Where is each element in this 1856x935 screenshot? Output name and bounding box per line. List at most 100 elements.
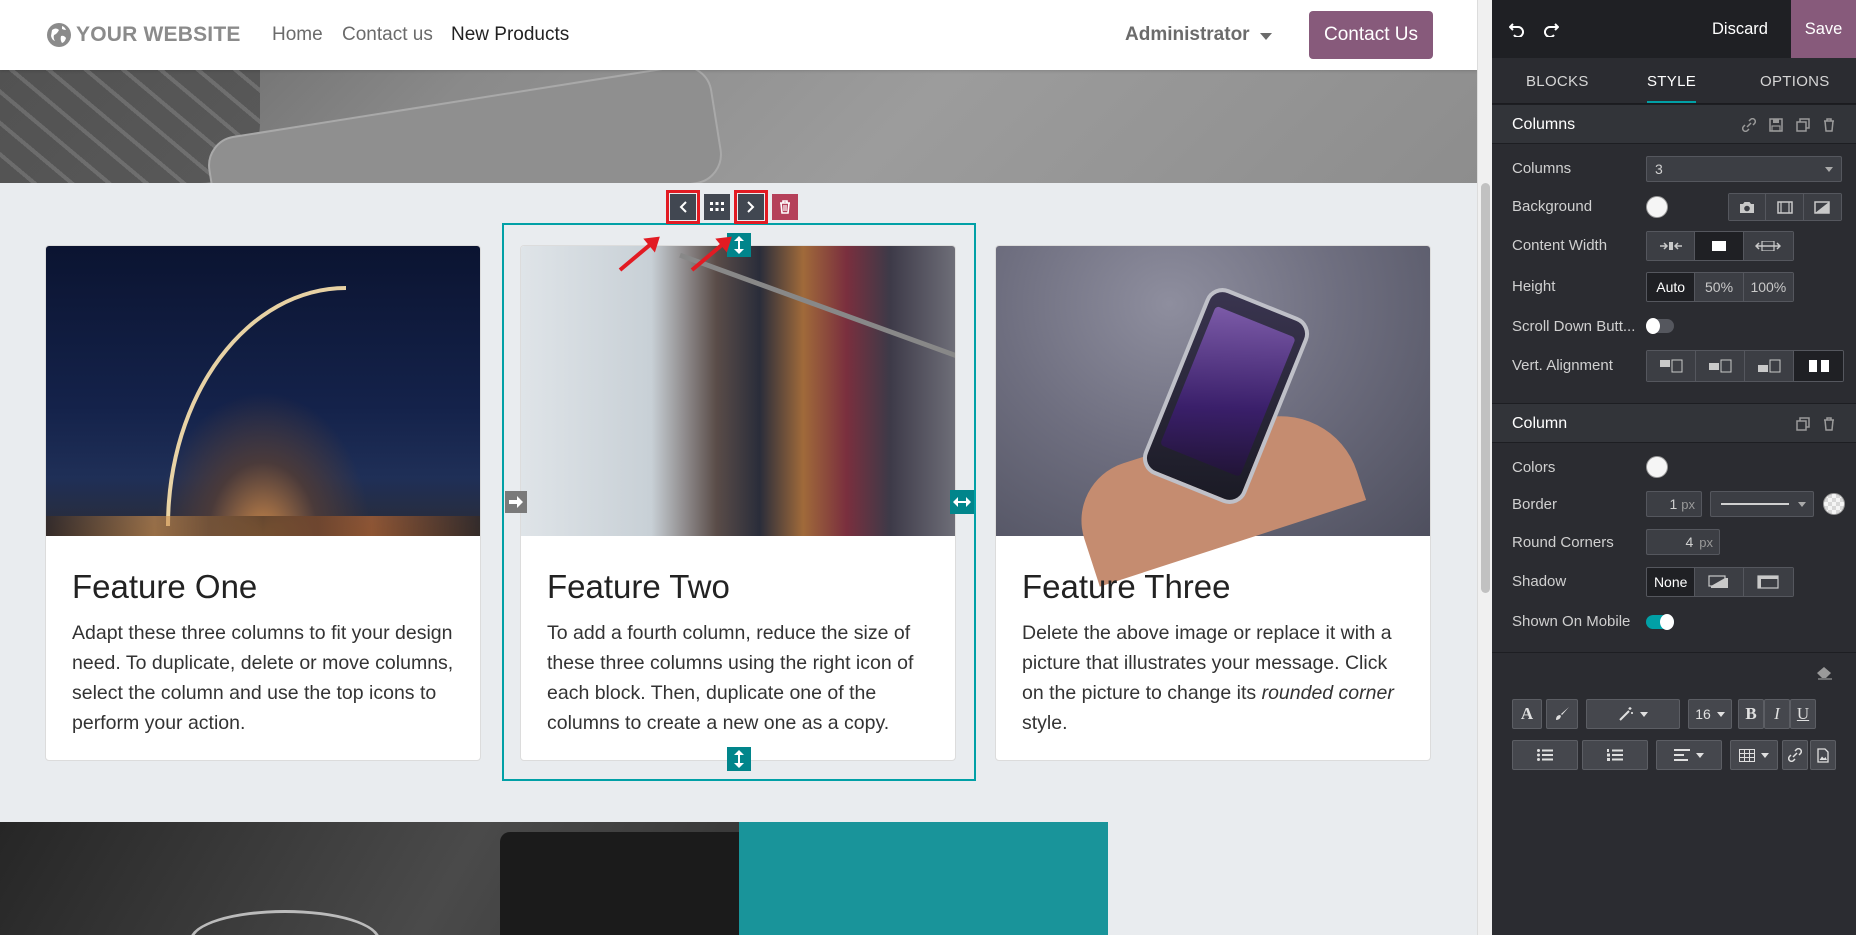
align-bottom-button[interactable] — [1745, 351, 1794, 381]
save-button[interactable]: Save — [1791, 0, 1856, 58]
feature-card-three[interactable]: Feature Three Delete the above image or … — [995, 245, 1431, 761]
clothing-rack-image[interactable] — [521, 246, 955, 536]
columns-select[interactable]: 3 — [1646, 156, 1842, 182]
align-middle-icon — [1709, 359, 1732, 373]
round-corners-label: Round Corners — [1512, 534, 1614, 551]
feature-card-one[interactable]: Feature One Adapt these three columns to… — [45, 245, 481, 761]
numbered-list-icon — [1607, 749, 1623, 761]
chevron-down-icon — [1696, 752, 1704, 758]
save-block-icon[interactable] — [1767, 116, 1785, 134]
nav-new-products[interactable]: New Products — [451, 24, 569, 46]
link-icon — [1788, 748, 1802, 762]
discard-button[interactable]: Discard — [1712, 0, 1768, 58]
columns-value: 3 — [1655, 161, 1663, 177]
scrollbar-thumb[interactable] — [1481, 183, 1490, 593]
background-video-button[interactable] — [1766, 194, 1804, 220]
section-title: Column — [1512, 415, 1568, 432]
link-button[interactable] — [1782, 740, 1808, 770]
round-corners-input[interactable]: 4 px — [1646, 529, 1720, 555]
font-size-dropdown[interactable]: 16 — [1688, 699, 1732, 729]
horizontal-resize-icon — [953, 497, 971, 507]
height-100-button[interactable]: 100% — [1743, 273, 1793, 301]
nav-home[interactable]: Home — [272, 24, 323, 46]
shadow-none-button[interactable]: None — [1647, 568, 1696, 596]
content-width-full-button[interactable] — [1743, 232, 1793, 260]
height-50-button[interactable]: 50% — [1695, 273, 1744, 301]
divider — [1492, 652, 1856, 653]
feature-title[interactable]: Feature Two — [547, 568, 730, 606]
highlight-color-button[interactable] — [1546, 699, 1578, 729]
user-menu[interactable]: Administrator — [1125, 24, 1272, 46]
features-section[interactable]: Feature One Adapt these three columns to… — [0, 183, 1477, 822]
feature-text[interactable]: Adapt these three columns to fit your de… — [72, 618, 462, 738]
underline-button[interactable]: U — [1790, 699, 1816, 729]
border-style-select[interactable] — [1710, 491, 1814, 517]
insert-media-button[interactable] — [1810, 740, 1836, 770]
round-corners-value: 4 — [1685, 534, 1694, 550]
delete-column-button[interactable] — [768, 190, 802, 224]
table-dropdown[interactable] — [1730, 740, 1778, 770]
redo-button[interactable] — [1538, 16, 1564, 42]
background-image-button[interactable] — [1729, 194, 1767, 220]
align-middle-button[interactable] — [1696, 351, 1745, 381]
nav-contact-us[interactable]: Contact us — [342, 24, 433, 46]
style-dropdown[interactable] — [1586, 699, 1680, 729]
trash-icon[interactable] — [1820, 116, 1838, 134]
page-scrollbar[interactable] — [1477, 0, 1492, 935]
background-gradient-button[interactable] — [1803, 194, 1841, 220]
content-width-small-button[interactable] — [1647, 232, 1696, 260]
feature-title[interactable]: Feature Three — [1022, 568, 1231, 606]
background-color-swatch[interactable] — [1646, 196, 1668, 218]
feature-card-two[interactable]: Feature Two To add a fourth column, redu… — [520, 245, 956, 761]
bold-button[interactable]: B — [1738, 699, 1764, 729]
border-color-swatch[interactable] — [1823, 493, 1845, 515]
drag-column-button[interactable] — [700, 190, 734, 224]
teal-block — [739, 822, 1108, 935]
undo-button[interactable] — [1504, 16, 1530, 42]
resize-bottom-handle[interactable] — [727, 747, 751, 771]
column-color-swatch[interactable] — [1646, 456, 1668, 478]
column-section-header[interactable]: Column — [1492, 403, 1856, 443]
numbered-list-button[interactable] — [1582, 740, 1648, 770]
shadow-outset-button[interactable] — [1695, 568, 1744, 596]
move-right-button[interactable] — [734, 190, 768, 224]
font-color-button[interactable]: A — [1512, 699, 1542, 729]
duplicate-icon[interactable] — [1794, 116, 1812, 134]
tab-style[interactable]: STYLE — [1647, 58, 1697, 104]
resize-right-handle[interactable] — [950, 490, 974, 514]
align-top-button[interactable] — [1647, 351, 1696, 381]
link-icon[interactable] — [1740, 116, 1758, 134]
tab-blocks[interactable]: BLOCKS — [1526, 58, 1589, 104]
shown-on-mobile-toggle[interactable] — [1646, 614, 1674, 630]
content-width-regular-button[interactable] — [1695, 232, 1744, 260]
phone-in-hand-image[interactable] — [996, 246, 1430, 587]
duplicate-icon[interactable] — [1794, 415, 1812, 433]
site-logo[interactable]: YOUR WEBSITE — [46, 14, 241, 56]
chevron-down-icon — [1761, 752, 1769, 758]
alignment-dropdown[interactable] — [1656, 740, 1722, 770]
content-width-label: Content Width — [1512, 237, 1608, 254]
height-label: Height — [1512, 278, 1556, 295]
bullet-list-button[interactable] — [1512, 740, 1578, 770]
grid-drag-icon — [710, 202, 724, 211]
trash-icon[interactable] — [1820, 415, 1838, 433]
next-section-preview — [0, 822, 1477, 935]
align-stretch-button[interactable] — [1794, 351, 1843, 381]
tab-options[interactable]: OPTIONS — [1760, 58, 1830, 104]
move-left-button[interactable] — [666, 190, 700, 224]
rocket-launch-image[interactable] — [46, 246, 480, 536]
italic-button[interactable]: I — [1764, 699, 1790, 729]
shadow-inset-button[interactable] — [1743, 568, 1793, 596]
eraser-icon[interactable] — [1816, 666, 1834, 680]
border-width-input[interactable]: 1 px — [1646, 491, 1702, 517]
chevron-down-icon — [1825, 167, 1833, 172]
contact-us-button[interactable]: Contact Us — [1309, 11, 1433, 59]
feature-title[interactable]: Feature One — [72, 568, 257, 606]
offset-left-handle[interactable] — [505, 491, 527, 513]
logo-text: YOUR WEBSITE — [76, 23, 241, 46]
columns-section-header[interactable]: Columns — [1492, 104, 1856, 144]
feature-text[interactable]: Delete the above image or replace it wit… — [1022, 618, 1412, 738]
height-auto-button[interactable]: Auto — [1647, 273, 1696, 301]
scroll-down-toggle[interactable] — [1646, 318, 1674, 334]
feature-text[interactable]: To add a fourth column, reduce the size … — [547, 618, 937, 738]
